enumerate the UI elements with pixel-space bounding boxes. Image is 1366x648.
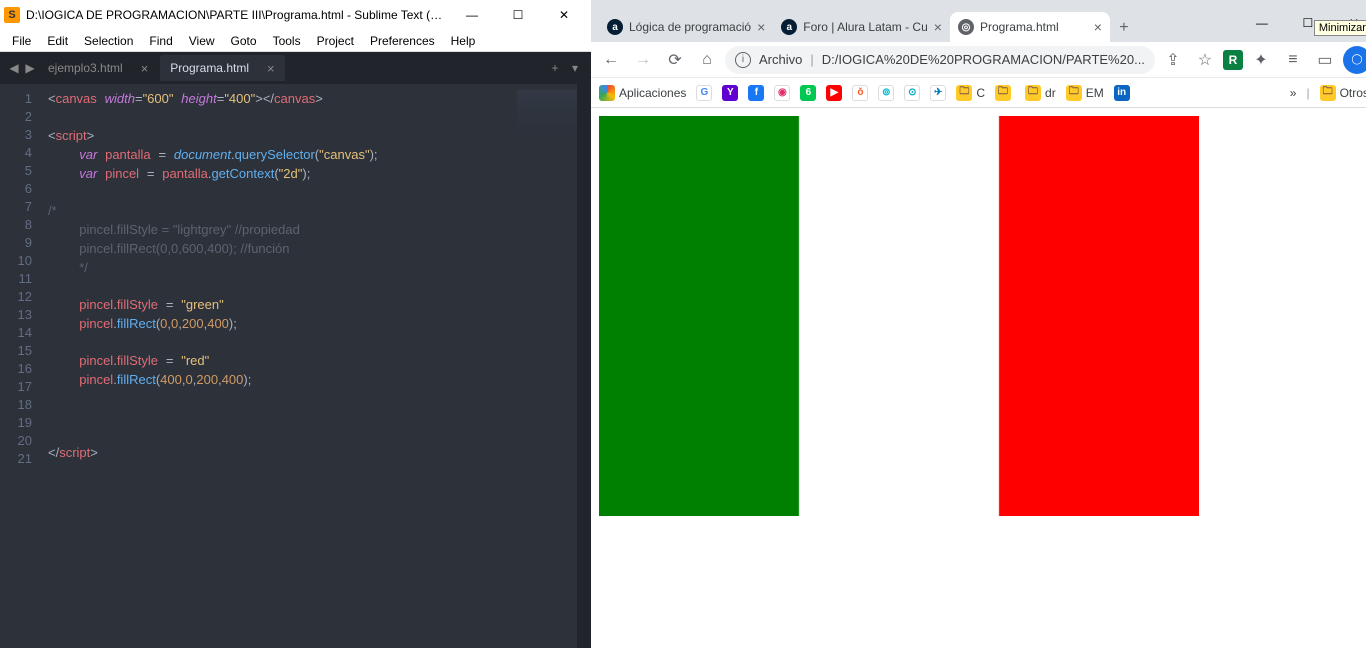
minimap[interactable]: [517, 90, 577, 150]
bookmark-item[interactable]: ⊙: [904, 85, 920, 101]
share-icon[interactable]: ⇪: [1159, 46, 1187, 74]
bookmarks-bar: Aplicaciones G Y f ◉ 6 ▶ ǒ ⊚ ⊙ ✈ 🗀C 🗀 🗀d…: [591, 78, 1366, 108]
sublime-maximize-button[interactable]: ☐: [495, 0, 541, 30]
reading-list-icon[interactable]: ≡: [1279, 46, 1307, 74]
browser-tab-logica[interactable]: a Lógica de programació ×: [599, 12, 773, 42]
bookmarks-overflow-icon[interactable]: »: [1290, 86, 1297, 100]
chrome-tabstrip: a Lógica de programació × a Foro | Alura…: [591, 8, 1366, 42]
tab-close-icon[interactable]: ×: [141, 61, 149, 76]
tab-label: Programa.html: [980, 20, 1088, 34]
menu-file[interactable]: File: [4, 32, 39, 50]
new-tab-button[interactable]: +: [1110, 14, 1138, 42]
tab-dropdown-icon[interactable]: ▾: [565, 61, 585, 75]
bookmark-google[interactable]: G: [696, 85, 712, 101]
favicon-alura-icon: a: [607, 19, 623, 35]
sublime-title-text: D:\IOGICA DE PROGRAMACION\PARTE III\Prog…: [26, 8, 449, 22]
browser-tab-foro[interactable]: a Foro | Alura Latam - Cu ×: [773, 12, 950, 42]
chrome-window: a Lógica de programació × a Foro | Alura…: [591, 0, 1366, 648]
bookmark-facebook[interactable]: f: [748, 85, 764, 101]
browser-tab-programa[interactable]: ◎ Programa.html ×: [950, 12, 1110, 42]
apps-shortcut[interactable]: Aplicaciones: [599, 85, 686, 101]
favicon-alura-icon: a: [781, 19, 797, 35]
sublime-menubar: File Edit Selection Find View Goto Tools…: [0, 30, 591, 52]
editor-scrollbar[interactable]: [577, 84, 591, 648]
sublime-window: S D:\IOGICA DE PROGRAMACION\PARTE III\Pr…: [0, 0, 591, 648]
line-number-gutter: 123456789101112131415161718192021: [0, 84, 40, 648]
bookmark-folder-em[interactable]: 🗀EM: [1066, 85, 1104, 101]
tab-close-icon[interactable]: ×: [267, 61, 275, 76]
extension-r-icon[interactable]: R: [1223, 50, 1243, 70]
menu-edit[interactable]: Edit: [39, 32, 76, 50]
tab-close-icon[interactable]: ×: [757, 19, 765, 35]
profile-avatar-icon[interactable]: ◯: [1343, 46, 1366, 74]
bookmark-item[interactable]: ✈: [930, 85, 946, 101]
bookmark-folder-otros[interactable]: 🗀Otros: [1320, 85, 1366, 101]
favicon-file-icon: ◎: [958, 19, 974, 35]
chrome-toolbar: ← → ⟳ ⌂ i Archivo | D:/IOGICA%20DE%20PRO…: [591, 42, 1366, 78]
nav-back-button[interactable]: ←: [597, 46, 625, 74]
menu-help[interactable]: Help: [443, 32, 484, 50]
chrome-minimize-button[interactable]: —: [1239, 8, 1285, 38]
home-button[interactable]: ⌂: [693, 46, 721, 74]
omnibox[interactable]: i Archivo | D:/IOGICA%20DE%20PROGRAMACIO…: [725, 46, 1155, 74]
reload-button[interactable]: ⟳: [661, 46, 689, 74]
sublime-app-icon: S: [4, 7, 20, 23]
bookmark-item[interactable]: ⊚: [878, 85, 894, 101]
sublime-minimize-button[interactable]: —: [449, 0, 495, 30]
menu-tools[interactable]: Tools: [265, 32, 309, 50]
bookmark-yahoo[interactable]: Y: [722, 85, 738, 101]
tab-nav-forward-icon[interactable]: ▶: [22, 61, 38, 75]
tab-close-icon[interactable]: ×: [934, 19, 942, 35]
nav-forward-button[interactable]: →: [629, 46, 657, 74]
minimize-tooltip: Minimizar: [1314, 20, 1366, 36]
tab-label: ejemplo3.html: [48, 61, 123, 75]
tab-label: Lógica de programació: [629, 20, 751, 34]
bookmark-star-icon[interactable]: ☆: [1191, 46, 1219, 74]
bookmark-folder-dr[interactable]: 🗀dr: [1025, 85, 1056, 101]
menu-view[interactable]: View: [181, 32, 223, 50]
sublime-titlebar[interactable]: S D:\IOGICA DE PROGRAMACION\PARTE III\Pr…: [0, 0, 591, 30]
menu-goto[interactable]: Goto: [223, 32, 265, 50]
tab-label: Foro | Alura Latam - Cu: [803, 20, 928, 34]
bookmark-instagram[interactable]: ◉: [774, 85, 790, 101]
menu-project[interactable]: Project: [309, 32, 362, 50]
sublime-tabstrip: ◀ ▶ ejemplo3.html × Programa.html × + ▾: [0, 52, 591, 84]
extensions-puzzle-icon[interactable]: ✦: [1247, 46, 1275, 74]
tab-close-icon[interactable]: ×: [1094, 19, 1102, 35]
editor-tab-programa[interactable]: Programa.html ×: [160, 55, 284, 81]
url-scheme-label: Archivo: [759, 52, 802, 67]
tab-new-icon[interactable]: +: [545, 61, 565, 75]
menu-selection[interactable]: Selection: [76, 32, 141, 50]
apps-label: Aplicaciones: [619, 86, 686, 100]
code-editor-area[interactable]: <canvas width="600" height="400"></canva…: [40, 84, 591, 648]
canvas-output: [599, 116, 1199, 516]
tab-label: Programa.html: [170, 61, 249, 75]
menu-preferences[interactable]: Preferences: [362, 32, 443, 50]
sublime-editor-body: 123456789101112131415161718192021 <canva…: [0, 84, 591, 648]
bookmark-folder[interactable]: 🗀: [995, 85, 1015, 101]
bookmark-youtube[interactable]: ▶: [826, 85, 842, 101]
cast-icon[interactable]: ▭: [1311, 46, 1339, 74]
sublime-close-button[interactable]: ✕: [541, 0, 587, 30]
page-viewport: [591, 108, 1366, 648]
tab-nav-back-icon[interactable]: ◀: [6, 61, 22, 75]
url-text: D:/IOGICA%20DE%20PROGRAMACION/PARTE%20..…: [822, 52, 1145, 67]
bookmark-item[interactable]: ǒ: [852, 85, 868, 101]
editor-tab-ejemplo3[interactable]: ejemplo3.html ×: [38, 55, 158, 81]
bookmark-linkedin[interactable]: in: [1114, 85, 1130, 101]
menu-find[interactable]: Find: [141, 32, 180, 50]
bookmark-folder-c[interactable]: 🗀C: [956, 85, 985, 101]
site-info-icon[interactable]: i: [735, 52, 751, 68]
bookmark-green6[interactable]: 6: [800, 85, 816, 101]
